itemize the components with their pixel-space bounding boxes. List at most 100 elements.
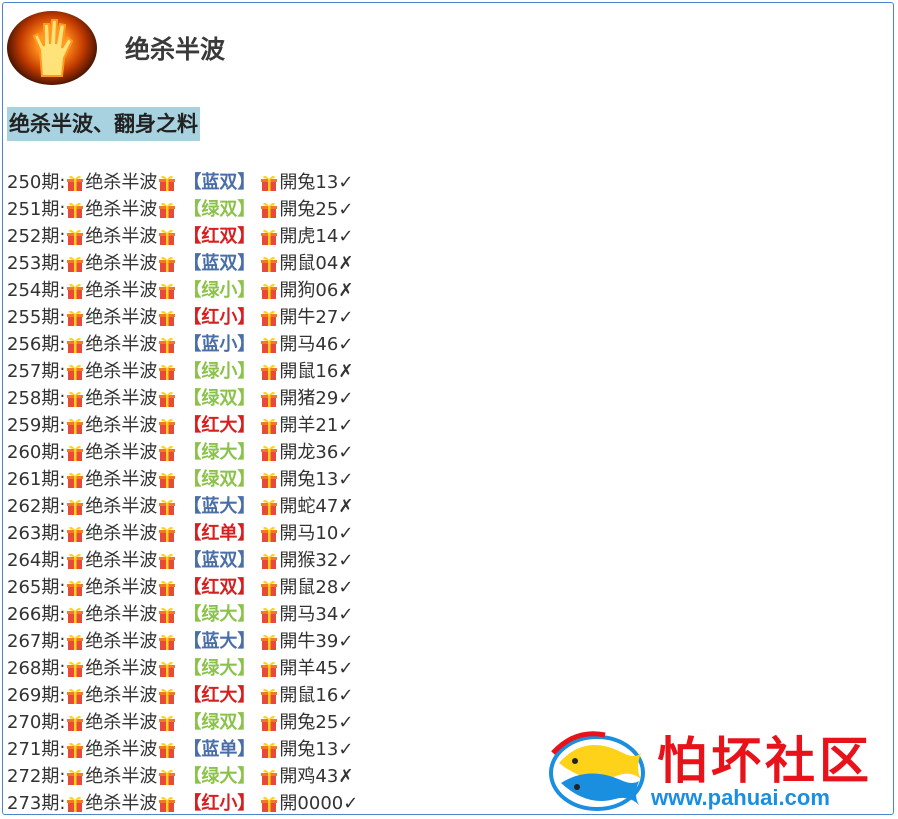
- wave-label: 【红单】: [183, 523, 256, 544]
- result-text: 開羊21✓: [279, 415, 354, 436]
- period-label: 256期:: [7, 334, 66, 355]
- item-text: 绝杀半波: [85, 361, 158, 382]
- list-item: 271期: 绝杀半波 【蓝单】 開兔13✓: [7, 736, 358, 763]
- wave-label: 【红双】: [183, 226, 256, 247]
- period-label: 268期:: [7, 658, 66, 679]
- wave-label: 【绿双】: [183, 469, 256, 490]
- period-label: 262期:: [7, 496, 66, 517]
- gift-icon: [261, 661, 278, 677]
- item-text: 绝杀半波: [85, 604, 158, 625]
- wave-label: 【绿双】: [183, 199, 256, 220]
- wave-label: 【绿双】: [183, 712, 256, 733]
- period-label: 272期:: [7, 766, 66, 787]
- result-text: 開龙36✓: [279, 442, 354, 463]
- gift-icon: [159, 580, 176, 596]
- avatar[interactable]: [7, 11, 97, 85]
- gift-icon: [261, 283, 278, 299]
- item-text: 绝杀半波: [85, 334, 158, 355]
- gift-icon: [67, 472, 84, 488]
- gift-icon: [67, 526, 84, 542]
- result-text: 開猪29✓: [279, 388, 354, 409]
- list-item: 263期: 绝杀半波 【红单】 開马10✓: [7, 520, 358, 547]
- gift-icon: [159, 202, 176, 218]
- item-text: 绝杀半波: [85, 550, 158, 571]
- period-label: 258期:: [7, 388, 66, 409]
- list-item: 264期: 绝杀半波 【蓝双】 開猴32✓: [7, 547, 358, 574]
- item-text: 绝杀半波: [85, 172, 158, 193]
- gift-icon: [159, 661, 176, 677]
- period-label: 264期:: [7, 550, 66, 571]
- gift-icon: [67, 796, 84, 812]
- result-text: 開鼠16✓: [279, 685, 354, 706]
- wave-label: 【蓝双】: [183, 550, 256, 571]
- wave-label: 【蓝大】: [183, 631, 256, 652]
- list-item: 267期: 绝杀半波 【蓝大】 開牛39✓: [7, 628, 358, 655]
- gift-icon: [67, 715, 84, 731]
- watermark-url: www.pahuai.com: [651, 785, 830, 810]
- watermark: 怕坏社区 www.pahuai.com: [545, 723, 893, 814]
- result-text: 開狗06✗: [279, 280, 354, 301]
- result-text: 開虎14✓: [279, 226, 354, 247]
- gift-icon: [67, 445, 84, 461]
- gift-icon: [261, 337, 278, 353]
- list-item: 259期: 绝杀半波 【红大】 開羊21✓: [7, 412, 358, 439]
- gift-icon: [67, 499, 84, 515]
- item-text: 绝杀半波: [85, 442, 158, 463]
- gift-icon: [261, 526, 278, 542]
- gift-icon: [67, 688, 84, 704]
- gift-icon: [261, 742, 278, 758]
- result-text: 開鼠28✓: [279, 577, 354, 598]
- post-frame: 绝杀半波 绝杀半波、翻身之料 250期: 绝杀半波 【蓝双】 開兔13✓ 251期: 绝杀…: [2, 2, 894, 815]
- gift-icon: [67, 229, 84, 245]
- gift-icon: [159, 796, 176, 812]
- item-text: 绝杀半波: [85, 766, 158, 787]
- result-text: 開马10✓: [279, 523, 354, 544]
- gift-icon: [261, 310, 278, 326]
- gift-icon: [67, 661, 84, 677]
- wave-label: 【绿大】: [183, 766, 256, 787]
- list-item: 255期: 绝杀半波 【红小】 開牛27✓: [7, 304, 358, 331]
- list-item: 254期: 绝杀半波 【绿小】 開狗06✗: [7, 277, 358, 304]
- gift-icon: [261, 580, 278, 596]
- gift-icon: [159, 337, 176, 353]
- result-text: 開马34✓: [279, 604, 354, 625]
- list-item: 273期: 绝杀半波 【红小】 開0000✓: [7, 790, 358, 814]
- result-text: 開鸡43✗: [279, 766, 354, 787]
- wave-label: 【蓝单】: [183, 739, 256, 760]
- period-label: 273期:: [7, 793, 66, 814]
- item-text: 绝杀半波: [85, 496, 158, 517]
- item-text: 绝杀半波: [85, 658, 158, 679]
- result-text: 開鼠04✗: [279, 253, 354, 274]
- period-label: 253期:: [7, 253, 66, 274]
- period-label: 250期:: [7, 172, 66, 193]
- period-label: 260期:: [7, 442, 66, 463]
- wave-label: 【绿小】: [183, 361, 256, 382]
- gift-icon: [261, 472, 278, 488]
- gift-icon: [159, 769, 176, 785]
- gift-icon: [159, 742, 176, 758]
- gift-icon: [159, 310, 176, 326]
- period-label: 259期:: [7, 415, 66, 436]
- list-item: 260期: 绝杀半波 【绿大】 開龙36✓: [7, 439, 358, 466]
- gift-icon: [159, 229, 176, 245]
- result-text: 開兔13✓: [279, 739, 354, 760]
- gift-icon: [159, 418, 176, 434]
- gift-icon: [67, 175, 84, 191]
- gift-icon: [261, 256, 278, 272]
- wave-label: 【绿小】: [183, 280, 256, 301]
- gift-icon: [67, 634, 84, 650]
- gift-icon: [261, 715, 278, 731]
- result-text: 開蛇47✗: [279, 496, 354, 517]
- post-header: 绝杀半波: [7, 9, 225, 87]
- list-item: 251期: 绝杀半波 【绿双】 開兔25✓: [7, 196, 358, 223]
- gift-icon: [261, 769, 278, 785]
- list-item: 262期: 绝杀半波 【蓝大】 開蛇47✗: [7, 493, 358, 520]
- gift-icon: [159, 499, 176, 515]
- wave-label: 【蓝小】: [183, 334, 256, 355]
- gift-icon: [261, 364, 278, 380]
- period-label: 257期:: [7, 361, 66, 382]
- item-text: 绝杀半波: [85, 226, 158, 247]
- gift-icon: [261, 553, 278, 569]
- gift-icon: [261, 499, 278, 515]
- gift-icon: [67, 391, 84, 407]
